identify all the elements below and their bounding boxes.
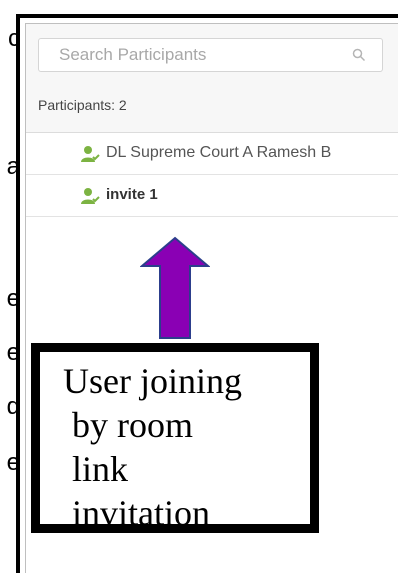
user-icon [81, 146, 100, 162]
participant-name: invite 1 [106, 186, 158, 203]
participant-name: DL Supreme Court A Ramesh B [106, 144, 332, 161]
participant-row[interactable]: DL Supreme Court A Ramesh B [26, 133, 398, 175]
search-input[interactable] [39, 39, 369, 71]
search-box[interactable] [38, 38, 383, 72]
user-icon [81, 188, 100, 204]
participants-count: Participants: 2 [38, 97, 127, 113]
up-arrow-annotation [140, 236, 210, 339]
participant-row[interactable]: invite 1 [26, 175, 398, 217]
search-icon[interactable] [352, 48, 366, 62]
annotation-callout: User joining by room link invitation [31, 343, 319, 533]
annotation-text: User joining by room link invitation [63, 361, 242, 533]
